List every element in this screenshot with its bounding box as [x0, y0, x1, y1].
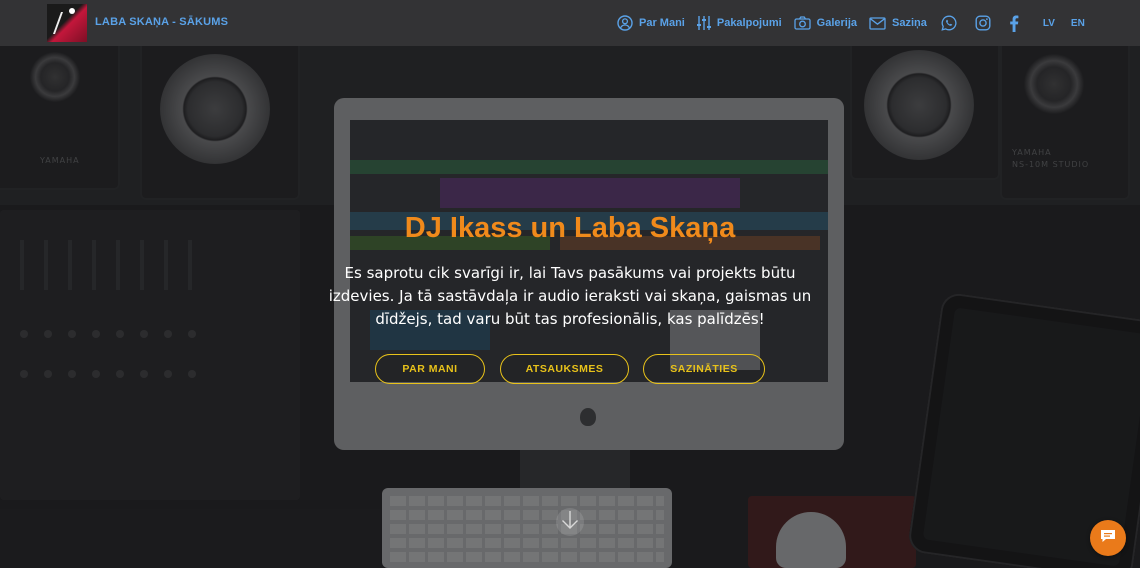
nav-item-pakalpojumi[interactable]: Pakalpojumi [696, 15, 782, 31]
facebook-icon[interactable] [1009, 15, 1019, 32]
envelope-icon [869, 16, 886, 30]
nav-item-galerija[interactable]: Galerija [794, 16, 857, 30]
chat-bubble-icon [1099, 527, 1117, 549]
hero-title: DJ Ikass un Laba Skaņa [404, 212, 736, 244]
about-me-button[interactable]: PAR MANI [375, 354, 485, 384]
chat-button[interactable] [1090, 520, 1126, 556]
nav-label-sazina: Saziņa [892, 17, 927, 29]
arrow-down-icon [561, 510, 579, 534]
nav-label-pakalpojumi: Pakalpojumi [716, 17, 782, 29]
logo-image[interactable] [47, 4, 87, 42]
user-circle-icon [617, 15, 633, 31]
nav-item-sazina[interactable]: Saziņa [869, 16, 927, 30]
camera-icon [794, 16, 811, 30]
navbar: LABA SKAŅA - SĀKUMS Par Mani Pakalpojumi… [0, 0, 1140, 46]
brand-title[interactable]: LABA SKAŅA - SĀKUMS [95, 16, 228, 28]
testimonials-button[interactable]: ATSAUKSMES [500, 354, 629, 384]
nav-label-galerija: Galerija [816, 17, 858, 29]
main-nav: Par Mani Pakalpojumi Galerija Saziņa LV … [617, 13, 1101, 33]
lang-lv[interactable]: LV [1043, 18, 1055, 29]
instagram-icon[interactable] [975, 15, 991, 31]
scroll-down-button[interactable] [556, 508, 584, 536]
contact-button[interactable]: SAZINĀTIES [643, 354, 765, 384]
equalizer-icon [696, 15, 711, 31]
hero-description: Es saprotu cik svarīgi ir, lai Tavs pasā… [328, 264, 812, 328]
whatsapp-icon[interactable] [941, 15, 957, 31]
nav-label-par-mani: Par Mani [639, 17, 685, 29]
nav-item-par-mani[interactable]: Par Mani [617, 15, 685, 31]
lang-en[interactable]: EN [1071, 18, 1085, 29]
